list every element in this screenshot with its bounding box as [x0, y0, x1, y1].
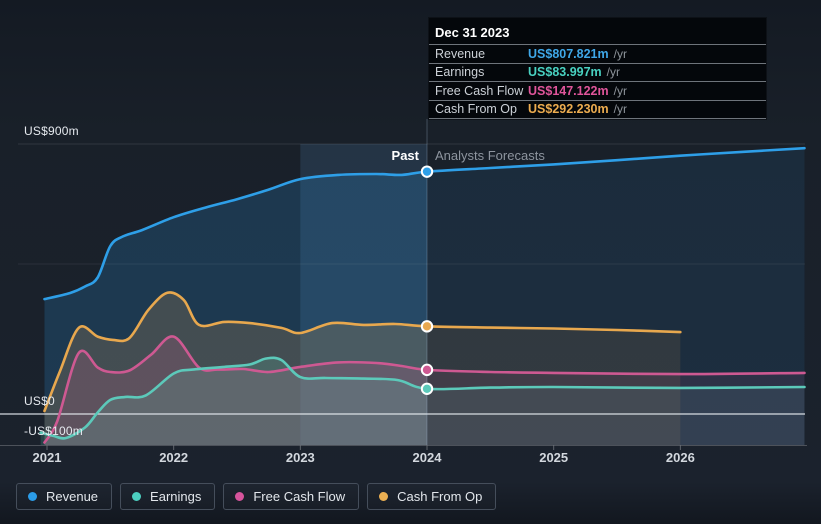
fcf-hover-marker[interactable] — [420, 363, 434, 377]
tooltip-row-earnings: Earnings US$83.997m /yr — [429, 64, 766, 82]
tooltip-label: Cash From Op — [435, 102, 517, 117]
x-tick-2026: 2026 — [665, 450, 695, 465]
tooltip-date-title: Dec 31 2023 — [429, 18, 766, 45]
legend-label: Free Cash Flow — [253, 489, 346, 504]
legend-item-free-cash-flow[interactable]: Free Cash Flow — [223, 483, 360, 510]
x-tick-2025: 2025 — [539, 450, 569, 465]
tooltip-label: Revenue — [435, 46, 486, 61]
cashop-hover-marker[interactable] — [420, 320, 434, 333]
tooltip-row-cash-from-op: Cash From Op US$292.230m /yr — [429, 101, 766, 119]
data-tooltip: Dec 31 2023 Revenue US$807.821m /yr Earn… — [428, 17, 767, 120]
tooltip-row-free-cash-flow: Free Cash Flow US$147.122m /yr — [429, 82, 766, 101]
y-axis-label-900m: US$900m — [24, 124, 79, 138]
tooltip-label: Free Cash Flow — [435, 83, 524, 98]
tooltip-suffix: /yr — [613, 46, 627, 61]
tooltip-label: Earnings — [435, 65, 485, 80]
x-tick-2023: 2023 — [285, 450, 315, 465]
legend-item-revenue[interactable]: Revenue — [16, 483, 113, 510]
legend-label: Earnings — [150, 489, 202, 504]
tooltip-suffix: /yr — [606, 65, 621, 80]
analysts-forecasts-phase-label: Analysts Forecasts — [435, 148, 545, 163]
revenue-dot-icon — [28, 492, 37, 501]
tooltip-value: US$83.997m — [528, 65, 602, 80]
cash-from-op-dot-icon — [379, 492, 389, 501]
earnings-dot-icon — [132, 492, 142, 501]
revenue-hover-marker[interactable] — [420, 165, 434, 178]
chart-legend: Revenue Earnings Free Cash Flow Cash Fro… — [16, 483, 497, 510]
x-tick-2024: 2024 — [412, 450, 442, 465]
x-tick-2022: 2022 — [159, 450, 189, 465]
y-axis-label-neg100m: -US$100m — [24, 424, 83, 438]
tooltip-value: US$292.230m — [528, 102, 609, 117]
legend-item-earnings[interactable]: Earnings — [120, 483, 216, 510]
y-axis-label-0: US$0 — [24, 394, 55, 408]
legend-label: Cash From Op — [397, 489, 483, 504]
earnings-revenue-growth-chart-page: { "tooltip": { "title": "Dec 31 2023", "… — [0, 0, 821, 524]
tooltip-value: US$147.122m — [528, 83, 609, 98]
x-tick-2021: 2021 — [32, 450, 62, 465]
past-phase-label: Past — [391, 148, 419, 163]
tooltip-suffix: /yr — [613, 83, 627, 98]
earnings-hover-marker[interactable] — [420, 382, 434, 396]
tooltip-row-revenue: Revenue US$807.821m /yr — [429, 45, 766, 64]
tooltip-value: US$807.821m — [528, 46, 609, 61]
free-cash-flow-dot-icon — [235, 492, 245, 501]
legend-item-cash-from-op[interactable]: Cash From Op — [367, 483, 497, 510]
tooltip-suffix: /yr — [613, 102, 627, 117]
legend-label: Revenue — [46, 489, 99, 504]
